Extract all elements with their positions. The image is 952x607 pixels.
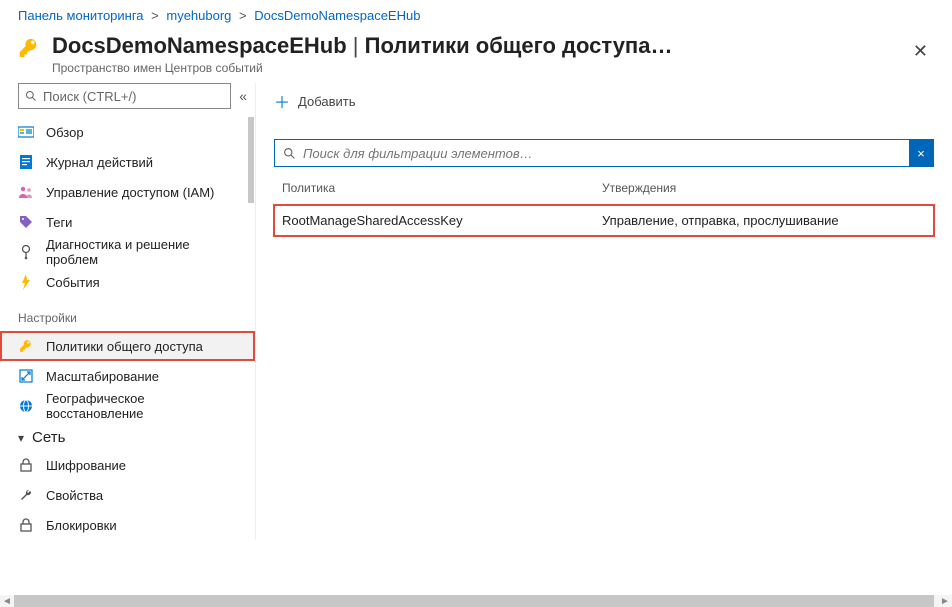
title-pipe: | [347,33,365,58]
sidebar-item-geo-recovery[interactable]: Географическое восстановление [0,391,255,421]
sidebar-item-overview[interactable]: Обзор [0,117,255,147]
sidebar-item-locks[interactable]: Блокировки [0,510,255,540]
sidebar-item-events[interactable]: События [0,267,255,297]
policy-claims: Управление, отправка, прослушивание [602,213,926,228]
diagnostics-icon [18,244,34,260]
breadcrumb-org[interactable]: myehuborg [166,8,231,23]
resource-name: DocsDemoNamespaceEHub [52,33,347,58]
sidebar-search-input[interactable]: Поиск (CTRL+/) [18,83,231,109]
breadcrumb: Панель мониторинга > myehuborg > DocsDem… [0,0,952,27]
sidebar-item-label: Управление доступом (IAM) [46,185,214,200]
clear-filter-button[interactable]: × [909,140,933,166]
sidebar-item-label: Свойства [46,488,103,503]
table-header: Политика Утверждения [274,167,934,205]
scroll-thumb[interactable] [14,595,934,607]
sidebar-item-encryption[interactable]: Шифрование [0,450,255,480]
search-icon [275,140,303,166]
scroll-left-icon[interactable]: ◄ [0,596,14,607]
sidebar-item-label: Шифрование [46,458,126,473]
filter-bar: × [274,139,934,167]
section-name: Политики общего доступа [365,33,651,58]
sidebar-search-placeholder: Поиск (CTRL+/) [43,89,136,104]
activity-log-icon [18,154,34,170]
table-row[interactable]: RootManageSharedAccessKey Управление, от… [274,205,934,236]
scale-icon [18,368,34,384]
horizontal-scrollbar[interactable]: ◄ ► [0,595,952,607]
sidebar-item-shared-access-policies[interactable]: Политики общего доступа [0,331,255,361]
add-button[interactable]: ＋ Добавить [274,89,355,113]
sidebar-item-iam[interactable]: Управление доступом (IAM) [0,177,255,207]
title-ellipsis: … [650,33,672,58]
sidebar-item-scale[interactable]: Масштабирование [0,361,255,391]
sidebar: Поиск (CTRL+/) « Обзор Журнал действий У… [0,83,256,540]
sidebar-item-label: События [46,275,100,290]
sidebar-item-label: Блокировки [46,518,117,533]
policy-name: RootManageSharedAccessKey [282,213,602,228]
lock-icon [18,517,34,533]
sidebar-item-activity-log[interactable]: Журнал действий [0,147,255,177]
sidebar-item-diagnostics[interactable]: Диагностика и решение проблем [0,237,255,267]
key-icon [18,37,42,59]
sidebar-item-properties[interactable]: Свойства [0,480,255,510]
iam-icon [18,184,34,200]
toolbar: ＋ Добавить [274,83,934,119]
sidebar-section-settings: Настройки [0,297,255,331]
page-subtitle: Пространство имен Центров событий [52,61,672,75]
overview-icon [18,124,34,140]
sidebar-item-label: Диагностика и решение проблем [46,237,245,267]
sidebar-item-label: Политики общего доступа [46,339,203,354]
sidebar-section-network[interactable]: ▾ Сеть [0,421,255,450]
collapse-sidebar-icon[interactable]: « [239,88,247,104]
wrench-icon [18,487,34,503]
plus-icon: ＋ [274,89,290,113]
sidebar-scrollbar[interactable] [248,117,254,203]
sidebar-item-label: Географическое восстановление [46,391,245,421]
sidebar-item-tags[interactable]: Теги [0,207,255,237]
lock-icon [18,457,34,473]
breadcrumb-resource[interactable]: DocsDemoNamespaceEHub [254,8,420,23]
sidebar-item-label: Обзор [46,125,84,140]
add-button-label: Добавить [298,94,355,109]
page-title: DocsDemoNamespaceEHub | Политики общего … [52,33,672,59]
main-panel: ＋ Добавить × Политика Утверждения RootMa… [256,83,952,540]
breadcrumb-sep: > [239,8,247,23]
filter-input[interactable] [303,140,909,166]
events-icon [18,274,34,290]
globe-icon [18,398,34,414]
sidebar-item-label: Теги [46,215,72,230]
sidebar-item-label: Масштабирование [46,369,159,384]
column-policy[interactable]: Политика [282,181,602,195]
tag-icon [18,214,34,230]
sidebar-item-label: Журнал действий [46,155,153,170]
sidebar-nav: Обзор Журнал действий Управление доступо… [0,117,255,540]
sidebar-section-label: Сеть [32,429,65,446]
chevron-down-icon: ▾ [18,431,24,445]
search-icon [25,90,37,102]
key-icon [18,338,34,354]
title-bar: DocsDemoNamespaceEHub | Политики общего … [0,27,952,83]
breadcrumb-sep: > [151,8,159,23]
column-claims[interactable]: Утверждения [602,181,926,195]
scroll-right-icon[interactable]: ► [938,596,952,607]
close-icon[interactable]: ✕ [913,41,928,62]
breadcrumb-dashboard[interactable]: Панель мониторинга [18,8,144,23]
